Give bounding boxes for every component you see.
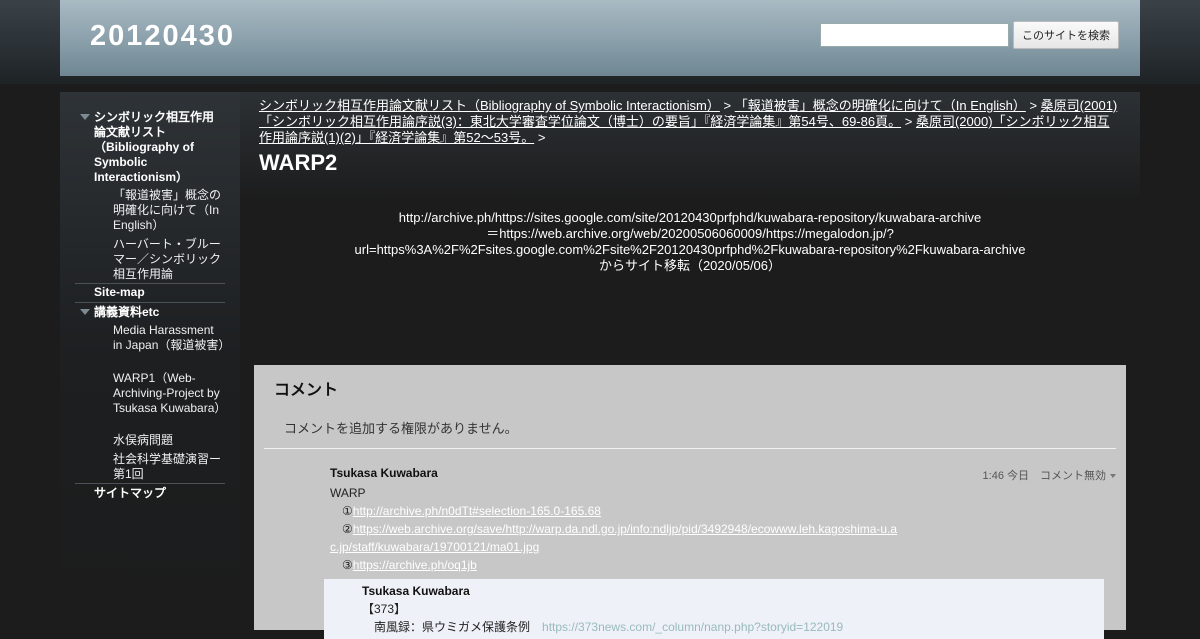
breadcrumb-separator: >: [723, 98, 732, 113]
comment-link-prefix: ②: [330, 522, 353, 536]
sidebar-item-label[interactable]: サイトマップ: [94, 486, 166, 501]
sidebar-item-seminar[interactable]: 社会科学基礎演習ー第1回: [113, 452, 225, 482]
chevron-down-icon[interactable]: [1110, 474, 1116, 479]
sidebar-divider: [75, 483, 225, 484]
sidebar-divider: [75, 302, 225, 303]
body-line: ＝https://web.archive.org/web/20200506060…: [486, 226, 894, 241]
site-title-link[interactable]: 20120430: [90, 20, 235, 53]
reply-comment: Tsukasa Kuwabara 【373】 南風録：県ウミガメ保護条例 htt…: [324, 579, 1104, 639]
breadcrumb-link[interactable]: 「報道被害」概念の明確化に向けて（In English）: [735, 98, 1026, 113]
comment-link-prefix: ①: [330, 504, 353, 518]
comment-author: Tsukasa Kuwabara: [330, 466, 438, 480]
comment-meta[interactable]: 1:46 今日 コメント無効: [983, 467, 1116, 483]
breadcrumb-separator: >: [1029, 98, 1038, 113]
page-title: WARP2: [259, 150, 338, 175]
comment-author: Tsukasa Kuwabara: [362, 584, 470, 598]
comment-body: WARP ①http://archive.ph/n0dTt#selection-…: [330, 484, 900, 574]
expand-triangle-icon[interactable]: [80, 114, 90, 120]
comment-link[interactable]: http://archive.ph/n0dTt#selection-165.0-…: [353, 504, 601, 518]
site-search-button[interactable]: このサイトを検索: [1013, 21, 1119, 49]
sidebar-item-media-harm-concept[interactable]: 「報道被害」概念の明確化に向けて（In English）: [113, 188, 225, 233]
sidebar-divider: [75, 283, 225, 284]
sidebar-item-label[interactable]: 講義資料etc: [94, 305, 159, 320]
comment-meta-text[interactable]: 1:46 今日 コメント無効: [983, 470, 1106, 482]
comments-section: コメント コメントを追加する権限がありません。 Tsukasa Kuwabara…: [254, 365, 1126, 639]
breadcrumb-link[interactable]: シンボリック相互作用論文献リスト（Bibliography of Symboli…: [259, 98, 720, 113]
sidebar-item-warp1[interactable]: WARP1（Web-Archiving-Project by Tsukasa K…: [113, 371, 226, 416]
sidebar-item-minamata[interactable]: 水俣病問題: [113, 433, 225, 448]
page-body: http://archive.ph/https://sites.google.c…: [260, 210, 1120, 274]
breadcrumb-separator: >: [537, 130, 546, 145]
comment-link-prefix: ③: [330, 558, 353, 572]
comment-text: 南風録：県ウミガメ保護条例: [362, 620, 531, 634]
comments-divider: [264, 448, 1116, 449]
expand-triangle-icon[interactable]: [80, 309, 90, 315]
breadcrumb-separator: >: [904, 114, 913, 129]
comment-text: 【373】: [362, 602, 407, 616]
sidebar-item-media-harassment[interactable]: Media Harassment in Japan（報道被害）: [113, 323, 230, 353]
body-line: からサイト移転（2020/05/06）: [598, 258, 782, 273]
site-header: 20120430 このサイトを検索: [60, 0, 1140, 76]
site-search-input[interactable]: [820, 23, 1009, 47]
sidebar-item-label[interactable]: Site-map: [94, 285, 145, 300]
body-line: http://archive.ph/https://sites.google.c…: [398, 210, 982, 225]
sidebar-nav: シンボリック相互作用論文献リスト（Bibliography of Symboli…: [60, 92, 240, 630]
sidebar-item-blumer[interactable]: ハーバート・ブルーマー／シンボリック相互作用論: [113, 237, 225, 282]
comment-link[interactable]: https://web.archive.org/save/http://warp…: [330, 522, 897, 554]
breadcrumb: シンボリック相互作用論文献リスト（Bibliography of Symboli…: [259, 98, 1119, 146]
comment-link[interactable]: https://archive.ph/oq1jb: [353, 558, 477, 572]
comment-body: 【373】 南風録：県ウミガメ保護条例 https://373news.com/…: [362, 600, 1082, 636]
sidebar-item-label[interactable]: シンボリック相互作用論文献リスト（Bibliography of Symboli…: [94, 110, 225, 185]
body-line: url=https%3A%2F%2Fsites.google.com%2Fsit…: [354, 242, 1026, 257]
comment-link[interactable]: https://373news.com/_column/nanp.php?sto…: [542, 620, 843, 634]
no-permission-message: コメントを追加する権限がありません。: [284, 421, 518, 436]
comments-title: コメント: [274, 382, 339, 399]
comment-text: WARP: [330, 486, 366, 500]
